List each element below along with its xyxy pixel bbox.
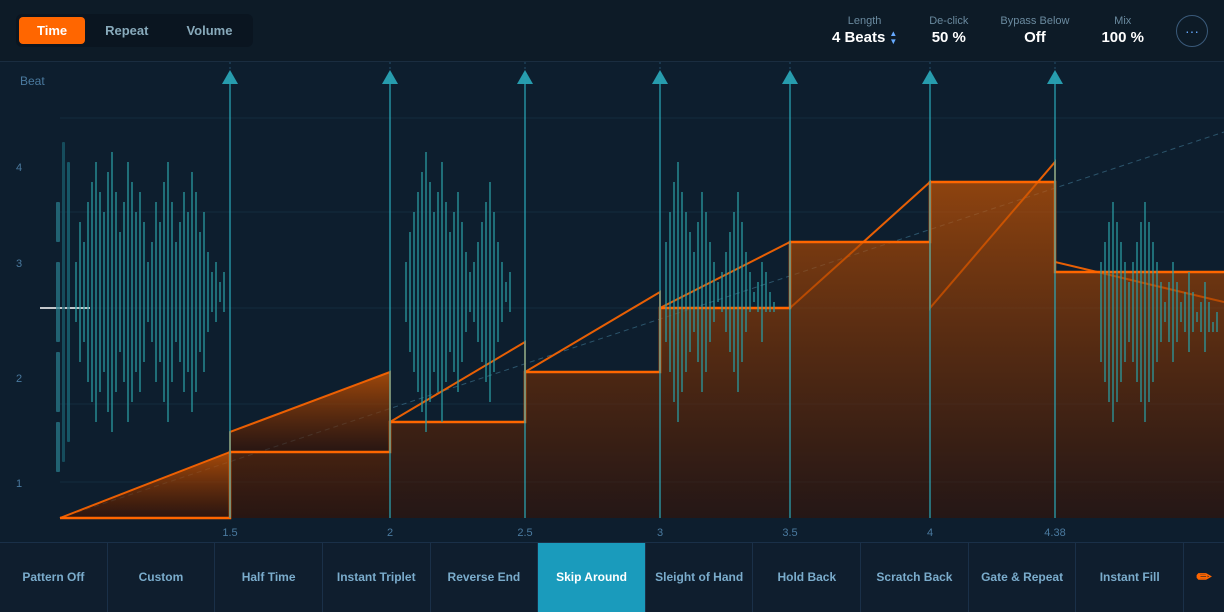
svg-text:1.5: 1.5 (222, 527, 237, 539)
declick-control: De-click 50 % (929, 15, 968, 46)
bypass-label: Bypass Below (1000, 15, 1069, 27)
tab-repeat[interactable]: Repeat (87, 17, 166, 44)
pattern-btn-hold-back[interactable]: Hold Back (753, 543, 861, 612)
svg-text:2.5: 2.5 (517, 527, 532, 539)
declick-label: De-click (929, 15, 968, 27)
length-control: Length 4 Beats ▲▼ (832, 15, 897, 46)
length-value[interactable]: 4 Beats ▲▼ (832, 29, 897, 46)
pattern-btn-reverse-end[interactable]: Reverse End (431, 543, 539, 612)
pattern-btn-pattern-off[interactable]: Pattern Off (0, 543, 108, 612)
app-container: Time Repeat Volume Length 4 Beats ▲▼ De-… (0, 0, 1224, 612)
mix-value[interactable]: 100 % (1101, 29, 1144, 46)
bypass-value[interactable]: Off (1024, 29, 1046, 46)
tab-time[interactable]: Time (19, 17, 85, 44)
mix-control: Mix 100 % (1101, 15, 1144, 46)
pattern-btn-instant-triplet[interactable]: Instant Triplet (323, 543, 431, 612)
svg-text:3: 3 (657, 527, 663, 539)
pencil-button[interactable]: ✏ (1184, 543, 1224, 612)
svg-text:2: 2 (387, 527, 393, 539)
svg-text:3.5: 3.5 (782, 527, 797, 539)
bypass-control: Bypass Below Off (1000, 15, 1069, 46)
waveform-1 (75, 152, 225, 432)
tab-group: Time Repeat Volume (16, 14, 253, 47)
mix-label: Mix (1114, 15, 1131, 27)
length-arrows: ▲▼ (889, 30, 897, 46)
declick-value[interactable]: 50 % (932, 29, 966, 46)
more-button[interactable]: ··· (1176, 15, 1208, 47)
viz-area: Beat 4 3 2 1 (0, 62, 1224, 542)
pattern-btn-half-time[interactable]: Half Time (215, 543, 323, 612)
pattern-bar: Pattern Off Custom Half Time Instant Tri… (0, 542, 1224, 612)
main-visualization: 1.5 2 2.5 3 3.5 4 4.38 (0, 62, 1224, 542)
svg-text:4.38: 4.38 (1044, 527, 1065, 539)
waveform-2 (405, 152, 511, 432)
pattern-btn-scratch-back[interactable]: Scratch Back (861, 543, 969, 612)
pattern-btn-gate-repeat[interactable]: Gate & Repeat (969, 543, 1077, 612)
pattern-btn-custom[interactable]: Custom (108, 543, 216, 612)
tab-volume[interactable]: Volume (168, 17, 250, 44)
pattern-btn-sleight-of-hand[interactable]: Sleight of Hand (646, 543, 754, 612)
header-controls: Length 4 Beats ▲▼ De-click 50 % Bypass B… (832, 15, 1208, 47)
length-label: Length (848, 15, 882, 27)
pattern-btn-skip-around[interactable]: Skip Around (538, 543, 646, 612)
header: Time Repeat Volume Length 4 Beats ▲▼ De-… (0, 0, 1224, 62)
svg-text:4: 4 (927, 527, 933, 539)
pattern-btn-instant-fill[interactable]: Instant Fill (1076, 543, 1184, 612)
